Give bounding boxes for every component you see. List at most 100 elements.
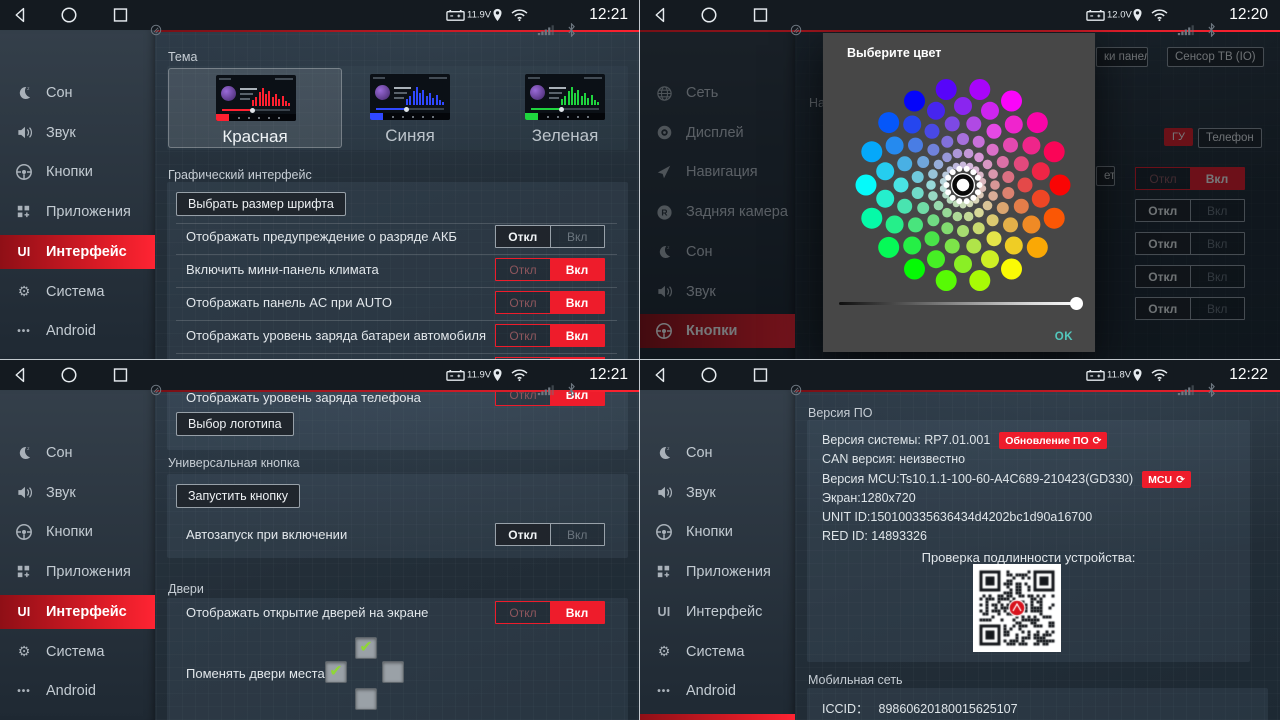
logo-button[interactable]: Выбор логотипа bbox=[176, 412, 294, 436]
toggle-on-label[interactable]: Вкл bbox=[550, 292, 604, 313]
sidebar-item-1[interactable]: Звук bbox=[640, 476, 795, 510]
sidebar-item-6[interactable]: •••Android bbox=[640, 674, 795, 708]
sidebar-item-2[interactable]: Кнопки bbox=[0, 515, 155, 549]
toggle-off-label[interactable]: Откл bbox=[496, 292, 550, 313]
door-checkbox-top[interactable]: ✔ bbox=[355, 637, 377, 659]
voltage-reading: 12.0V bbox=[1107, 10, 1132, 21]
door-checkbox-right[interactable] bbox=[382, 661, 404, 683]
nav-back-icon[interactable] bbox=[12, 7, 29, 24]
sidebar-item-3[interactable]: Приложения bbox=[640, 555, 795, 589]
nav-home-icon[interactable] bbox=[700, 6, 718, 24]
sidebar-item-5[interactable]: ⚙Система bbox=[640, 635, 795, 669]
sidebar-item-0[interactable]: zСон bbox=[0, 76, 155, 110]
door-checkbox-left[interactable]: ✔ bbox=[325, 661, 347, 683]
toggle[interactable]: ОтклВкл bbox=[495, 291, 605, 314]
sidebar-item-2[interactable]: Кнопки bbox=[640, 515, 795, 549]
sidebar-item-label: Сон bbox=[686, 445, 713, 461]
toggle[interactable]: ОтклВкл bbox=[495, 225, 605, 248]
sidebar-item-5[interactable]: ⚙Система bbox=[0, 635, 155, 669]
svg-text:z: z bbox=[667, 447, 670, 452]
toggle-off-label[interactable]: Откл bbox=[496, 259, 550, 280]
color-wheel[interactable] bbox=[823, 63, 1095, 295]
nav-recents-icon[interactable] bbox=[112, 367, 129, 384]
toggle-on-label[interactable]: Вкл bbox=[550, 226, 605, 247]
toggle[interactable]: ОтклВкл bbox=[495, 324, 605, 347]
sidebar-item-1[interactable]: Звук bbox=[0, 476, 155, 510]
toggle-off-label[interactable]: Откл bbox=[496, 226, 550, 247]
status-bar: 11.8V12:22 bbox=[640, 360, 1280, 390]
nav-recents-icon[interactable] bbox=[752, 7, 769, 24]
ok-button[interactable]: OK bbox=[1055, 331, 1073, 343]
toggle-on-label[interactable]: Вкл bbox=[550, 392, 604, 405]
sidebar-item-7[interactable]: iОб устройстве bbox=[0, 714, 155, 720]
sidebar-item-4[interactable]: UIИнтерфейс bbox=[640, 595, 795, 629]
sidebar-item-4[interactable]: UIИнтерфейс bbox=[0, 595, 155, 629]
sidebar-item-2[interactable]: Кнопки bbox=[0, 155, 155, 189]
toggle-on-label[interactable]: Вкл bbox=[550, 259, 604, 280]
toggle[interactable]: ОтклВкл bbox=[495, 601, 605, 624]
sidebar-item-3[interactable]: Приложения bbox=[0, 195, 155, 229]
toggle[interactable]: ОтклВкл bbox=[495, 523, 605, 546]
toggle-off-label[interactable]: Откл bbox=[496, 524, 550, 545]
update-badge[interactable]: MCU ⟳ bbox=[1142, 471, 1191, 488]
gears-glyph: ⚙ bbox=[18, 283, 31, 300]
battery-icon bbox=[1086, 9, 1105, 22]
setting-label: Отображать предупреждение о разряде АКБ bbox=[186, 229, 457, 244]
sidebar-item-0[interactable]: z Сон bbox=[640, 436, 795, 470]
sidebar-item-5[interactable]: ⚙Система bbox=[0, 275, 155, 309]
sidebar-item-6[interactable]: •••Android bbox=[0, 314, 155, 348]
sidebar-item-0[interactable]: zСон bbox=[0, 436, 155, 470]
nav-recents-icon[interactable] bbox=[112, 7, 129, 24]
setting-label: Поменять двери местами bbox=[186, 666, 341, 681]
theme-card-2[interactable]: Зеленая bbox=[478, 68, 640, 148]
sidebar-item-6[interactable]: •••Android bbox=[0, 674, 155, 708]
setting-label: Отображать уровень заряда батареи автомо… bbox=[186, 328, 486, 343]
svg-text:z: z bbox=[27, 87, 30, 92]
apps-icon bbox=[653, 564, 675, 580]
speaker-icon bbox=[653, 484, 675, 501]
row-divider bbox=[176, 287, 617, 288]
info-text: UNIT ID:150100335636434d4202bc1d90a16700 bbox=[822, 510, 1092, 524]
door-checkbox-bottom[interactable] bbox=[355, 688, 377, 710]
voltage-reading: 11.8V bbox=[1107, 370, 1131, 381]
refresh-icon: ⟳ bbox=[1176, 474, 1185, 486]
gears-icon: ⚙ bbox=[13, 283, 35, 300]
badge-label: MCU bbox=[1148, 474, 1172, 486]
sidebar-item-3[interactable]: Приложения bbox=[0, 555, 155, 589]
sidebar-item-7[interactable]: iОб устройстве bbox=[640, 714, 795, 720]
status-bar: 12.0V12:20 bbox=[640, 0, 1280, 30]
setting-label: Отображать уровень заряда телефона bbox=[186, 392, 421, 405]
toggle-on-label[interactable]: Вкл bbox=[550, 602, 604, 623]
head-unit-settings-collage: 11.9V12:21zСонЗвукКнопкиПриложенияUIИнте… bbox=[0, 0, 1280, 720]
theme-card-1[interactable]: Синяя bbox=[323, 68, 497, 148]
launch-button[interactable]: Запустить кнопку bbox=[176, 484, 300, 508]
theme-card-0[interactable]: Красная bbox=[168, 68, 342, 148]
nav-back-icon[interactable] bbox=[12, 367, 29, 384]
toggle-off-label[interactable]: Откл bbox=[496, 602, 550, 623]
nav-back-icon[interactable] bbox=[652, 367, 669, 384]
brightness-slider-track[interactable] bbox=[839, 302, 1079, 305]
sidebar-item-4[interactable]: UIИнтерфейс bbox=[0, 235, 155, 269]
sidebar: z Сон Звук Кнопки Приложения UIИнтерфейс ⚙Сист… bbox=[640, 390, 795, 720]
iccid-label: ICCID： bbox=[822, 702, 869, 716]
font-size-button[interactable]: Выбрать размер шрифта bbox=[176, 192, 346, 216]
battery-icon bbox=[446, 9, 465, 22]
toggle-on-label[interactable]: Вкл bbox=[550, 524, 605, 545]
nav-recents-icon[interactable] bbox=[752, 367, 769, 384]
ui-glyph: UI bbox=[17, 605, 30, 619]
sidebar-item-label: Сон bbox=[46, 445, 73, 461]
nav-back-icon[interactable] bbox=[652, 7, 669, 24]
toggle-off-label[interactable]: Откл bbox=[496, 325, 550, 346]
brightness-slider-thumb[interactable] bbox=[1070, 297, 1083, 310]
wifi-icon bbox=[1150, 368, 1169, 382]
toggle-on-label[interactable]: Вкл bbox=[550, 325, 604, 346]
nav-home-icon[interactable] bbox=[60, 366, 78, 384]
ui-icon: UI bbox=[653, 605, 675, 619]
sidebar-item-1[interactable]: Звук bbox=[0, 116, 155, 150]
quadrant-interface-doors: 11.9V12:21zСонЗвукКнопкиПриложенияUIИнте… bbox=[0, 360, 640, 720]
sidebar-item-label: Приложения bbox=[686, 564, 771, 580]
toggle[interactable]: ОтклВкл bbox=[495, 258, 605, 281]
nav-home-icon[interactable] bbox=[60, 6, 78, 24]
nav-home-icon[interactable] bbox=[700, 366, 718, 384]
update-badge[interactable]: Обновление ПО⟳ bbox=[999, 432, 1107, 449]
